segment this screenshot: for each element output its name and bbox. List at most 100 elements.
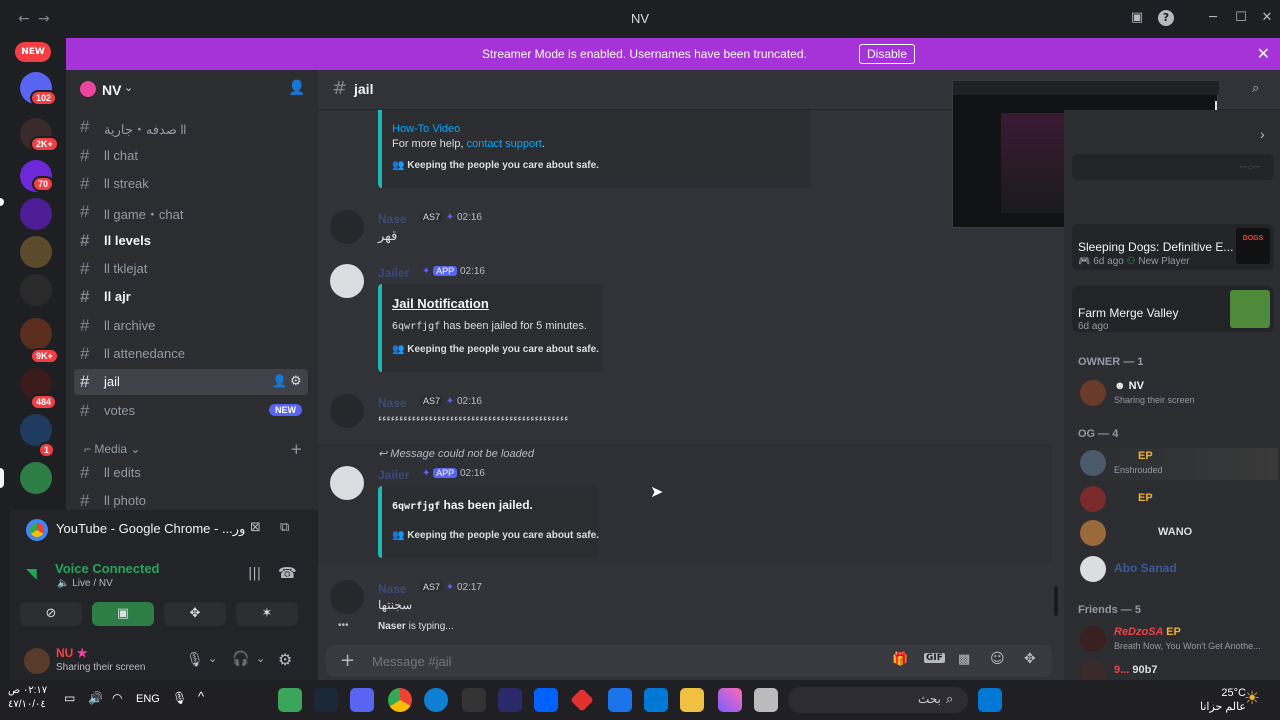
channel-item[interactable]: # ll levels xyxy=(74,228,308,254)
server-icon[interactable] xyxy=(20,236,52,268)
avatar[interactable] xyxy=(24,648,50,674)
server-icon[interactable] xyxy=(20,274,52,306)
wifi-icon[interactable]: ◠ xyxy=(112,691,122,705)
activity-card[interactable]: Sleeping Dogs: Definitive E... 🎮 6d ago … xyxy=(1072,224,1274,270)
search-box[interactable]: بحث ⌕ xyxy=(788,687,968,713)
volume-icon[interactable]: 🔊 xyxy=(88,691,103,705)
close-window-icon[interactable]: ✕ xyxy=(1258,9,1276,27)
headphones-icon[interactable]: 🎧 xyxy=(232,651,249,667)
avatar[interactable] xyxy=(330,264,364,298)
disable-button[interactable]: Disable xyxy=(859,44,916,64)
weather-icon[interactable]: ☀ xyxy=(1244,688,1260,709)
member-item[interactable]: EP Enshrouded xyxy=(1078,448,1278,480)
contact-support-link[interactable]: contact support xyxy=(467,138,542,150)
gif-icon[interactable]: GIF xyxy=(924,653,945,663)
clock[interactable]: ٠٢:١٧ ص ٤٧/١٠/٠٤ xyxy=(8,684,47,712)
voice-status[interactable]: Voice Connected xyxy=(55,561,160,576)
microphone-icon[interactable]: 🎙 xyxy=(186,652,204,668)
search-icon[interactable]: ⌕ xyxy=(1252,81,1259,96)
member-item[interactable]: ReDzoSA EP Breath Now, You Won't Get Ano… xyxy=(1078,624,1278,656)
battery-icon[interactable]: ▭ xyxy=(64,691,75,705)
embed-title[interactable]: Jail Notification xyxy=(392,296,489,311)
avatar[interactable] xyxy=(330,210,364,244)
copilot-icon[interactable] xyxy=(718,688,742,712)
chevron-up-icon[interactable]: ^ xyxy=(198,689,204,704)
disconnect-icon[interactable]: ☎ xyxy=(278,564,297,582)
message-input[interactable] xyxy=(372,651,872,671)
message-author[interactable]: Jailer xyxy=(378,468,409,482)
avatar[interactable] xyxy=(330,394,364,428)
activity-card[interactable]: Farm Merge Valley 6d ago xyxy=(1072,286,1274,332)
message-author[interactable]: Nase xyxy=(378,212,407,226)
gift-icon[interactable]: 🎁 xyxy=(892,652,908,667)
chevron-down-icon[interactable]: ⌄ xyxy=(256,652,265,665)
soundboard-button[interactable]: ✶ xyxy=(236,602,298,626)
channel-item[interactable]: # votes NEW xyxy=(74,398,308,424)
message-author[interactable]: Nase xyxy=(378,582,407,596)
steam-icon[interactable] xyxy=(314,688,338,712)
epic-icon[interactable] xyxy=(462,688,486,712)
scrollbar[interactable] xyxy=(1054,586,1058,616)
member-item[interactable]: ☻ NV Sharing their screen xyxy=(1078,378,1278,410)
gear-icon[interactable]: ⚙ xyxy=(290,373,302,389)
chrome-icon[interactable] xyxy=(388,688,412,712)
help-icon[interactable]: ? xyxy=(1158,10,1174,26)
message-author[interactable]: Nase xyxy=(378,396,407,410)
channel-item[interactable]: # ll streak xyxy=(74,171,308,197)
invite-icon[interactable]: 👤 xyxy=(288,80,305,96)
windows-icon[interactable] xyxy=(978,688,1002,712)
member-item[interactable]: Abo Sanad xyxy=(1078,554,1278,586)
discord-icon[interactable] xyxy=(350,688,374,712)
app-icon[interactable] xyxy=(570,688,594,712)
message-author[interactable]: Jailer xyxy=(378,266,409,280)
weather[interactable]: 25°C عالم حزانا xyxy=(1200,686,1246,714)
add-channel-icon[interactable]: + xyxy=(290,440,303,458)
screen-share-button[interactable]: ▣ xyxy=(92,602,154,626)
popout-icon[interactable]: ⧉ xyxy=(280,520,289,535)
app-icon[interactable] xyxy=(278,688,302,712)
maximize-icon[interactable]: ☐ xyxy=(1232,9,1250,27)
server-icon[interactable] xyxy=(20,462,52,494)
channel-item[interactable]: # ll attenedance xyxy=(74,341,308,367)
reply-preview[interactable]: ↩ Message could not be loaded xyxy=(378,447,534,460)
channel-item[interactable]: # ll ajr xyxy=(74,284,308,310)
add-member-icon[interactable]: 👤 xyxy=(272,374,287,388)
app-icon[interactable] xyxy=(498,688,522,712)
edge-icon[interactable] xyxy=(424,688,448,712)
new-badge[interactable]: NEW xyxy=(15,42,51,62)
outlook-icon[interactable] xyxy=(608,688,632,712)
add-attachment-icon[interactable]: + xyxy=(340,650,355,671)
camera-off-button[interactable]: ⊘ xyxy=(20,602,82,626)
server-icon[interactable] xyxy=(20,318,52,350)
apps-icon[interactable]: ✥ xyxy=(1024,651,1036,667)
server-icon[interactable] xyxy=(20,198,52,230)
stop-stream-icon[interactable]: ⊠ xyxy=(250,520,261,535)
channel-item[interactable]: # ll game・chat xyxy=(74,199,308,225)
chevron-right-icon[interactable]: › xyxy=(1260,126,1265,142)
channel-item[interactable]: # ll archive xyxy=(74,313,308,339)
close-icon[interactable]: ✕ xyxy=(1257,44,1270,64)
language-indicator[interactable]: ENG xyxy=(136,693,160,705)
member-item[interactable]: WANO xyxy=(1078,518,1278,550)
store-icon[interactable] xyxy=(644,688,668,712)
channel-item-active[interactable]: # jail 👤 ⚙ xyxy=(74,369,308,395)
category-media[interactable]: ⌐ Media ⌄ xyxy=(84,442,140,456)
chevron-down-icon[interactable]: ⌄ xyxy=(208,652,217,665)
minimize-icon[interactable]: ─ xyxy=(1204,9,1222,27)
activities-button[interactable]: ✥ xyxy=(164,602,226,626)
folder-icon[interactable] xyxy=(680,688,704,712)
channel-item[interactable]: # ll edits xyxy=(74,460,308,486)
app-icon[interactable] xyxy=(754,688,778,712)
gear-icon[interactable]: ⚙ xyxy=(278,650,292,669)
user-name[interactable]: NU ★ xyxy=(56,646,87,660)
avatar[interactable] xyxy=(330,580,364,614)
dropbox-icon[interactable] xyxy=(534,688,558,712)
channel-item[interactable]: # ll chat xyxy=(74,143,308,169)
noise-icon[interactable]: ||| xyxy=(248,566,261,581)
channel-item[interactable]: # ll tklejat xyxy=(74,256,308,282)
voice-channel[interactable]: 🔈 Live / NV xyxy=(57,578,113,589)
channel-item[interactable]: # صدفه・جارية ll xyxy=(74,114,308,140)
member-item[interactable]: 9... 90b7 xyxy=(1078,658,1278,680)
guild-header[interactable]: NV ⌄ 👤 xyxy=(66,70,318,110)
inbox-icon[interactable]: ▣ xyxy=(1128,9,1146,27)
